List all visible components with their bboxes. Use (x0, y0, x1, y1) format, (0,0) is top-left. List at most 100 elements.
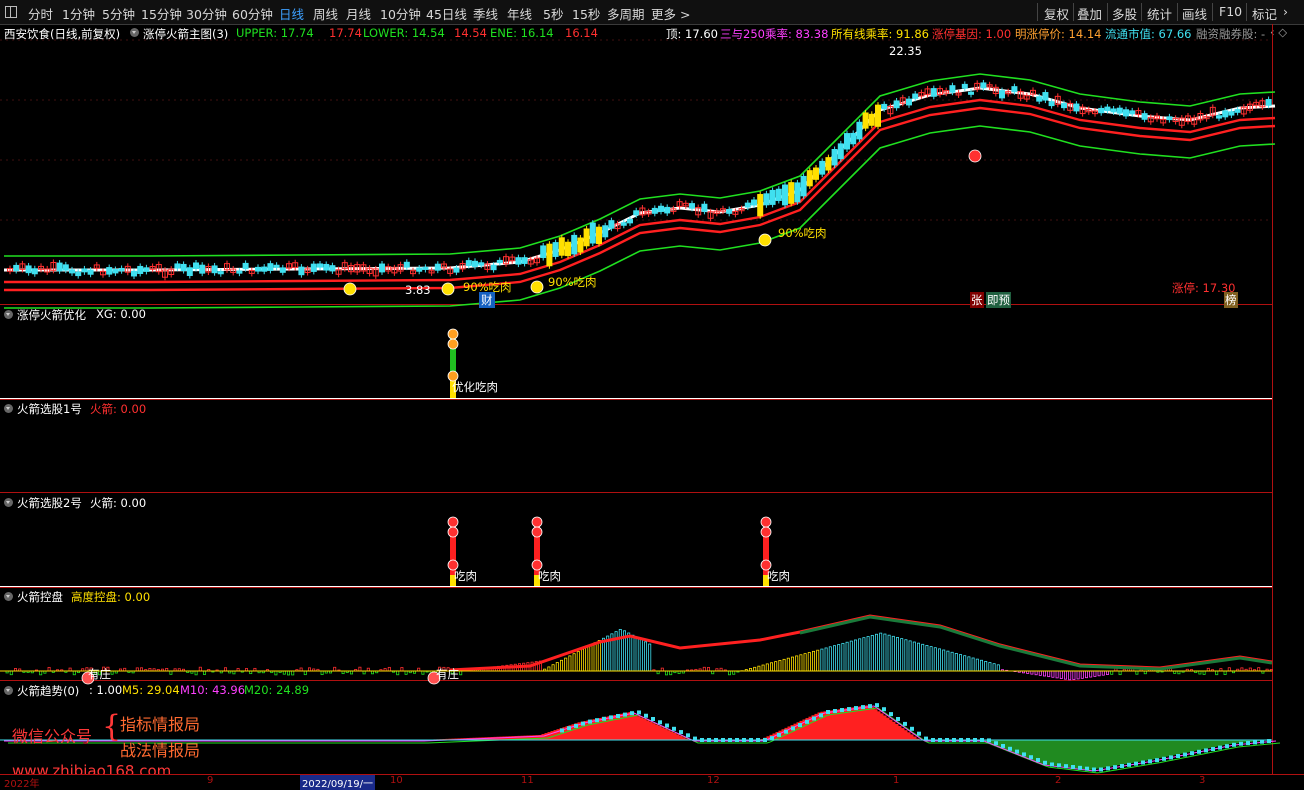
candle-body (516, 258, 521, 264)
trend-dot (560, 728, 564, 732)
annot-eat-3: 90%吃肉 (778, 225, 827, 241)
trend-dot (861, 705, 865, 709)
candle-body (857, 122, 862, 139)
trend-dot (616, 714, 620, 718)
badge-bang[interactable]: 榜 (1224, 292, 1238, 308)
control-bar (901, 639, 903, 671)
watermark-line2: 战法情报局 (120, 737, 200, 761)
upper-red-band (4, 100, 1275, 282)
trend-dot (910, 727, 914, 731)
control-bar (581, 649, 583, 671)
control-bar (598, 640, 600, 671)
control-bar (867, 637, 869, 671)
candle-body (584, 229, 589, 246)
candle-body (57, 263, 62, 271)
candle-body (212, 266, 217, 273)
candle-body (752, 200, 757, 205)
control-bar (199, 667, 201, 671)
control-bar (922, 644, 924, 671)
trend-dot (1022, 752, 1026, 756)
control-bar (573, 654, 575, 671)
candle-body (32, 269, 37, 274)
control-bar (989, 663, 991, 671)
control-bar (287, 671, 289, 675)
candle-body (144, 268, 149, 272)
candle-body (814, 168, 819, 179)
trend-dot (805, 720, 809, 724)
candle-body (466, 261, 471, 266)
candle-body (274, 265, 279, 267)
control-bar (976, 659, 978, 671)
candle-body (665, 207, 670, 213)
control-bar (1077, 671, 1079, 679)
candle-body (758, 195, 763, 216)
trend-dot (651, 717, 655, 721)
candle-body (559, 238, 564, 255)
trend-dot (833, 709, 837, 713)
control-bar (833, 646, 835, 671)
control-bar (804, 654, 806, 671)
candle-body (1049, 102, 1054, 106)
trend-dot (868, 704, 872, 708)
wechat-account-label: 微信公众号 (12, 723, 92, 747)
candle-body (243, 263, 248, 268)
trend-dot (1246, 741, 1250, 745)
control-bar (1035, 671, 1037, 675)
candle-body (107, 268, 112, 275)
badge-yu[interactable]: 即预 (986, 292, 1011, 308)
candle-body (628, 219, 633, 222)
control-bar (1056, 671, 1058, 678)
trend-dot (1078, 766, 1082, 770)
trend-dot (602, 717, 606, 721)
control-bar (1060, 671, 1062, 679)
trend-dot (847, 707, 851, 711)
control-bar (304, 671, 306, 675)
trend-dot (1155, 758, 1159, 762)
candle-body (962, 84, 967, 88)
candle-body (497, 260, 502, 262)
candle-body (187, 268, 192, 276)
candle-body (621, 223, 626, 226)
control-bar (73, 671, 75, 675)
candle-body (807, 171, 812, 186)
rocket-icon (448, 527, 458, 537)
control-bar (808, 652, 810, 671)
trend-dot (917, 732, 921, 736)
candle-body (869, 114, 874, 125)
control-bar (859, 639, 861, 671)
candle-body (132, 271, 137, 276)
candle-body (200, 265, 205, 273)
rocket-icon (532, 517, 542, 527)
trend-dot (889, 712, 893, 716)
control-bar (405, 671, 407, 674)
candle-body (70, 270, 75, 273)
candle-body (1105, 107, 1110, 111)
control-bar (817, 650, 819, 671)
marker-icon (531, 281, 543, 293)
trend-dot (672, 727, 676, 731)
rocket-icon (448, 339, 458, 349)
control-bar (800, 655, 802, 671)
trend-dot (623, 713, 627, 717)
control-bar (1203, 671, 1205, 674)
control-bar (930, 647, 932, 671)
control-bar (1106, 671, 1108, 675)
control-bar (728, 671, 730, 675)
control-bar (909, 641, 911, 671)
control-bar (943, 650, 945, 671)
control-bar (1073, 671, 1075, 680)
candle-body (907, 99, 912, 105)
trend-dot (1008, 747, 1012, 751)
control-bar (10, 671, 12, 675)
badge-cai[interactable]: 财 (479, 292, 495, 308)
trend-dot (777, 733, 781, 737)
candle-body (863, 113, 868, 128)
panel4-annot-1: 吃肉 (454, 568, 477, 584)
trend-dot (1071, 765, 1075, 769)
control-bar (556, 662, 558, 671)
badge-zhang[interactable]: 张 (970, 292, 984, 308)
trend-dot (658, 720, 662, 724)
control-bar (628, 633, 630, 671)
time-axis (0, 774, 1304, 788)
candle-body (609, 221, 614, 229)
